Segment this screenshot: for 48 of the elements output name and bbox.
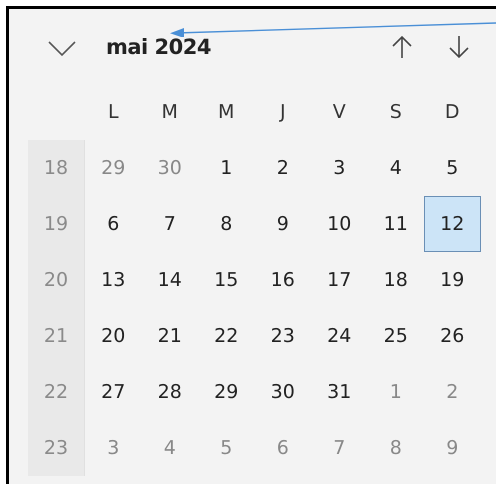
day-cell[interactable]: 18 (368, 252, 424, 308)
day-cell[interactable]: 3 (311, 140, 368, 196)
weekday-label: M (218, 101, 234, 123)
day-cell[interactable]: 21 (142, 308, 198, 364)
day-cell[interactable]: 8 (198, 196, 254, 252)
day-cell[interactable]: 24 (311, 308, 368, 364)
day-cell[interactable]: 4 (368, 140, 424, 196)
day-cell[interactable]: 30 (254, 364, 311, 420)
weekday-label: L (108, 101, 119, 123)
day-cell[interactable]: 9 (254, 196, 311, 252)
day-cell[interactable]: 31 (311, 364, 368, 420)
day-cell[interactable]: 14 (142, 252, 198, 308)
day-cell[interactable]: 27 (85, 364, 142, 420)
week-number: 23 (28, 420, 85, 476)
week-number: 22 (28, 364, 85, 420)
day-cell[interactable]: 29 (198, 364, 254, 420)
day-cell[interactable]: 22 (198, 308, 254, 364)
day-cell[interactable]: 7 (142, 196, 198, 252)
week-number: 21 (28, 308, 85, 364)
day-cell[interactable]: 23 (254, 308, 311, 364)
day-cell[interactable]: 20 (85, 308, 142, 364)
week-number: 20 (28, 252, 85, 308)
day-cell[interactable]: 25 (368, 308, 424, 364)
chevron-down-icon[interactable] (48, 40, 76, 56)
weekday-label: J (280, 101, 286, 123)
weekday-label: V (332, 101, 346, 123)
day-cell[interactable]: 6 (85, 196, 142, 252)
day-cell[interactable]: 15 (198, 252, 254, 308)
day-cell[interactable]: 19 (424, 252, 480, 308)
weekday-label: M (162, 101, 178, 123)
day-cell[interactable]: 10 (311, 196, 368, 252)
day-cell[interactable]: 16 (254, 252, 311, 308)
week-number: 19 (28, 196, 85, 252)
day-cell[interactable]: 2 (254, 140, 311, 196)
day-cell[interactable]: 5 (424, 140, 480, 196)
day-cell[interactable]: 13 (85, 252, 142, 308)
arrow-up-icon[interactable] (392, 34, 412, 58)
day-cell[interactable]: 11 (368, 196, 424, 252)
day-cell[interactable]: 1 (198, 140, 254, 196)
weekday-label: D (444, 101, 460, 123)
weekday-label: S (390, 101, 402, 123)
day-cell[interactable]: 17 (311, 252, 368, 308)
day-cell[interactable]: 26 (424, 308, 480, 364)
week-number: 18 (28, 140, 85, 196)
arrow-down-icon[interactable] (449, 34, 469, 58)
day-cell[interactable]: 12 (424, 196, 480, 252)
month-title[interactable]: mai 2024 (106, 34, 212, 58)
day-cell[interactable]: 28 (142, 364, 198, 420)
